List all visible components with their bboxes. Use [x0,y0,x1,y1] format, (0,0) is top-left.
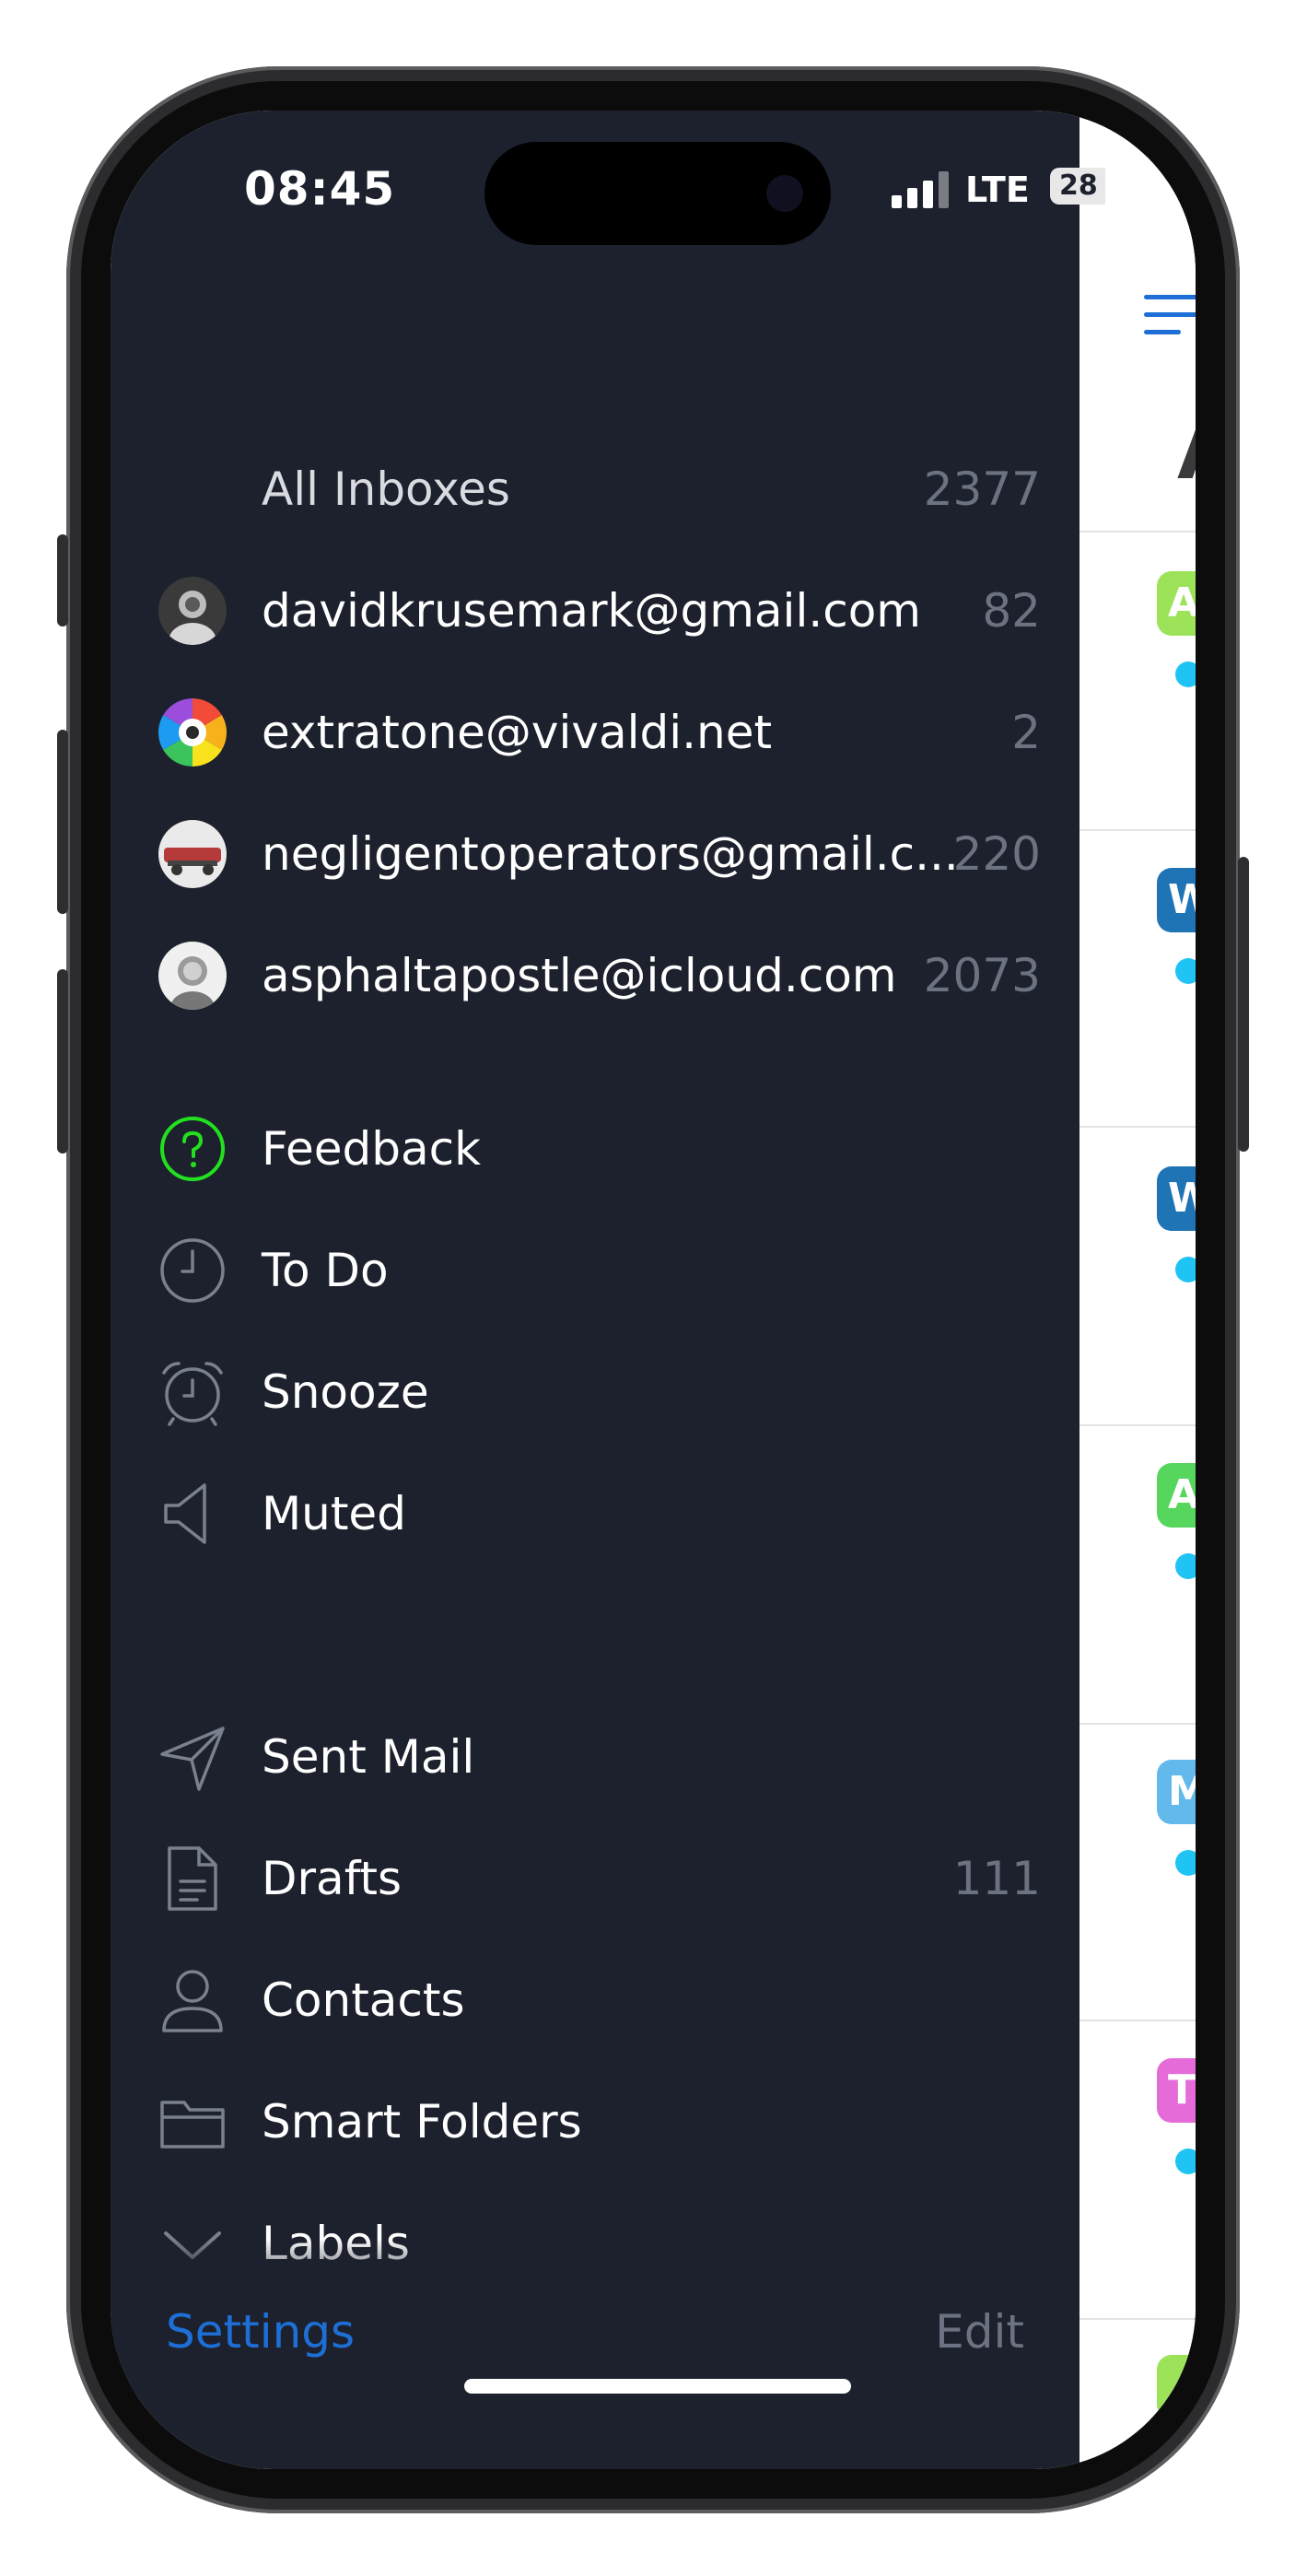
sidebar-item-label: Muted [262,1487,406,1540]
sidebar-item-label: negligentoperators@gmail.c... [262,827,959,881]
sidebar-item-label: extratone@vivaldi.net [262,706,773,759]
sidebar-item-label: Snooze [262,1365,429,1419]
divider [1079,2020,1196,2021]
sidebar-item-label: To Do [262,1244,389,1297]
status-time: 08:45 [244,162,396,216]
action-button [57,534,68,626]
sidebar-item-muted[interactable]: Muted [111,1454,1079,1555]
sidebar-item-label: davidkrusemark@gmail.com [262,584,922,638]
sender-avatar [1157,2355,1196,2419]
sidebar-item-account[interactable]: negligentoperators@gmail.c... 220 [111,794,1079,896]
sidebar-item-feedback[interactable]: Feedback [111,1089,1079,1190]
unread-dot [1175,1850,1196,1876]
account-avatar [158,577,227,645]
sidebar-item-to-do[interactable]: To Do [111,1211,1079,1312]
unread-count: 220 [952,827,1041,881]
unread-dot [1175,662,1196,687]
sidebar-item-label: Contacts [262,1973,465,2027]
document-icon [158,1844,227,1913]
sender-avatar: W [1157,868,1196,932]
inbox-pane[interactable]: A A W W A M T [1079,111,1196,2469]
unread-count: 2073 [923,949,1041,1002]
sidebar-item-smart-folders[interactable]: Smart Folders [111,2062,1079,2163]
volume-up-button [57,730,68,914]
speaker-muted-icon [158,1480,227,1548]
network-type: LTE [965,170,1030,210]
home-indicator[interactable] [464,2379,851,2394]
sidebar-item-label: Drafts [262,1852,403,1905]
divider [1079,1126,1196,1128]
cellular-signal-icon [892,168,951,208]
unread-count: 82 [982,584,1041,638]
screen: A A W W A M T 08:45 [111,111,1196,2469]
account-avatar [158,820,227,888]
power-button [1238,857,1249,1152]
sidebar-drawer: 08:45 LTE 28 All Inboxes 2377 davidkruse… [111,111,1105,2469]
alarm-clock-icon [158,1358,227,1426]
divider [1079,1723,1196,1725]
account-avatar [158,942,227,1010]
sidebar-item-drafts[interactable]: Drafts 111 [111,1819,1079,1920]
sidebar-item-account[interactable]: asphaltapostle@icloud.com 2073 [111,916,1079,1017]
hamburger-menu-icon[interactable] [1144,295,1196,347]
divider [1079,829,1196,831]
battery-icon: 28 [1050,168,1105,205]
sidebar-item-account[interactable]: davidkrusemark@gmail.com 82 [111,551,1079,652]
sidebar-item-all-inboxes[interactable]: All Inboxes 2377 [111,429,1079,531]
unread-dot [1175,1553,1196,1579]
clock-icon [158,1236,227,1305]
paper-plane-icon [158,1723,227,1791]
sender-avatar: M [1157,1760,1196,1824]
sidebar-item-label: Feedback [262,1122,482,1176]
volume-down-button [57,969,68,1153]
inbox-title: A [1177,405,1196,498]
edit-button[interactable]: Edit [935,2305,1024,2359]
sender-avatar: A [1157,1463,1196,1528]
sidebar-item-account[interactable]: extratone@vivaldi.net 2 [111,673,1079,774]
divider [1079,1424,1196,1426]
dynamic-island [484,142,831,245]
unread-dot [1175,1257,1196,1282]
unread-count: 2 [1011,706,1041,759]
divider [1079,531,1196,533]
question-circle-icon [158,1115,227,1183]
sidebar-item-contacts[interactable]: Contacts [111,1940,1079,2042]
account-avatar [158,698,227,767]
divider [1079,2318,1196,2320]
person-icon [158,1966,227,2034]
settings-button[interactable]: Settings [166,2305,355,2359]
front-camera [766,175,803,212]
folder-icon [158,2088,227,2156]
sender-avatar: T [1157,2058,1196,2123]
sender-avatar: A [1157,571,1196,636]
unread-count: 111 [952,1852,1041,1905]
sidebar-item-snooze[interactable]: Snooze [111,1332,1079,1434]
sender-avatar: W [1157,1166,1196,1231]
sidebar-item-label: Sent Mail [262,1730,475,1784]
unread-dot [1175,958,1196,984]
sidebar-item-sent-mail[interactable]: Sent Mail [111,1697,1079,1798]
unread-dot [1175,2149,1196,2174]
unread-count: 2377 [923,463,1041,516]
sidebar-item-label: Smart Folders [262,2095,582,2149]
sidebar-item-label: All Inboxes [262,463,510,516]
sidebar-item-label: asphaltapostle@icloud.com [262,949,897,1002]
